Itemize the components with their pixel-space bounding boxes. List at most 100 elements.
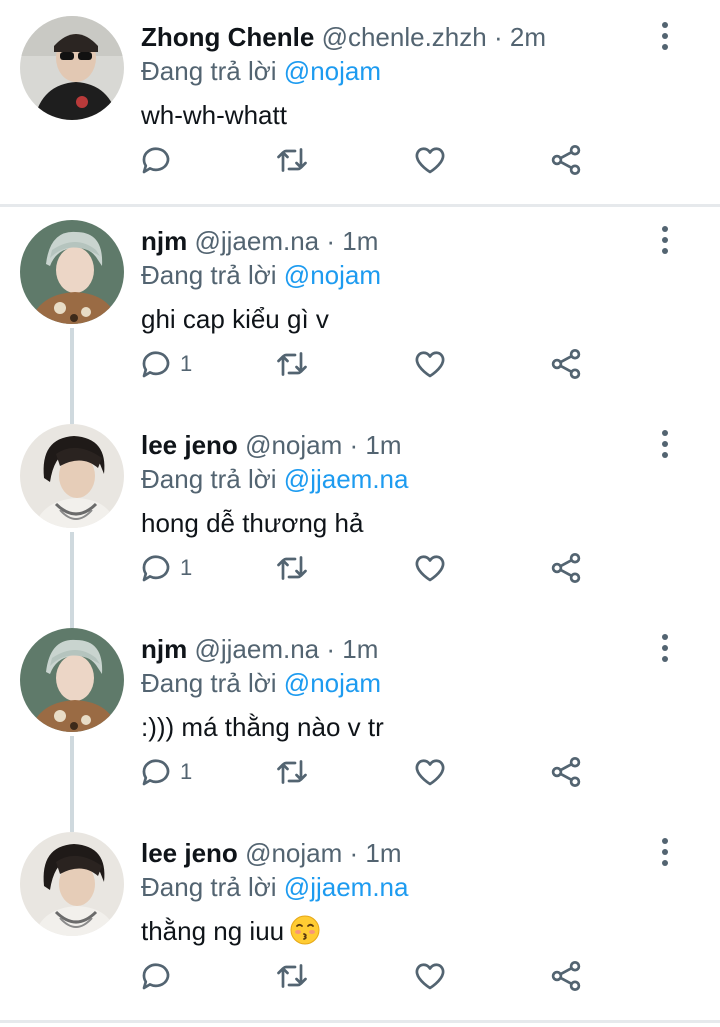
mention-link[interactable]: @nojam — [284, 260, 381, 290]
tweet-text: thằng ng iuu — [141, 913, 320, 949]
user-handle[interactable]: @nojam — [245, 838, 342, 868]
replying-to-label: Đang trả lời — [141, 260, 277, 290]
more-vertical-icon[interactable] — [655, 226, 675, 260]
replying-to: Đang trả lời @nojam — [141, 258, 381, 292]
display-name[interactable]: lee jeno — [141, 430, 238, 460]
like-button[interactable] — [412, 140, 448, 180]
retweet-button[interactable] — [274, 752, 310, 792]
timestamp[interactable]: 1m — [365, 838, 401, 868]
tweet-actions — [138, 956, 598, 996]
tweet[interactable]: lee jeno @nojam · 1m Đang trả lời @jjaem… — [0, 408, 720, 612]
retweet-icon — [277, 148, 307, 172]
like-button[interactable] — [412, 548, 448, 588]
replying-to: Đang trả lời @jjaem.na — [141, 870, 408, 904]
retweet-button[interactable] — [274, 140, 310, 180]
replying-to: Đang trả lời @jjaem.na — [141, 462, 408, 496]
share-button[interactable] — [548, 344, 584, 384]
tweet-header: lee jeno @nojam · 1m — [141, 836, 402, 870]
kissing-face-emoji — [290, 915, 320, 945]
separator: · — [349, 430, 359, 460]
separator: · — [493, 22, 503, 52]
tweet-text: :))) má thằng nào v tr — [141, 712, 384, 742]
display-name[interactable]: njm — [141, 634, 187, 664]
heart-icon — [415, 351, 445, 378]
reply-button[interactable] — [138, 956, 180, 996]
mention-link[interactable]: @nojam — [284, 668, 381, 698]
more-vertical-icon[interactable] — [655, 22, 675, 56]
reply-button[interactable]: 1 — [138, 752, 192, 792]
replying-to: Đang trả lời @nojam — [141, 54, 381, 88]
avatar[interactable] — [20, 628, 124, 732]
mention-link[interactable]: @jjaem.na — [284, 464, 409, 494]
separator: · — [326, 226, 336, 256]
more-vertical-icon[interactable] — [655, 634, 675, 668]
display-name[interactable]: njm — [141, 226, 187, 256]
avatar[interactable] — [20, 832, 124, 936]
retweet-icon — [277, 760, 307, 784]
like-button[interactable] — [412, 956, 448, 996]
retweet-icon — [277, 352, 307, 376]
like-button[interactable] — [412, 344, 448, 384]
share-button[interactable] — [548, 752, 584, 792]
user-handle[interactable]: @chenle.zhzh — [322, 22, 487, 52]
tweet-header: njm @jjaem.na · 1m — [141, 224, 378, 258]
separator: · — [349, 838, 359, 868]
tweet[interactable]: njm @jjaem.na · 1m Đang trả lời @nojam :… — [0, 612, 720, 816]
tweet-actions — [138, 140, 598, 180]
replying-to: Đang trả lời @nojam — [141, 666, 381, 700]
tweet[interactable]: Zhong Chenle @chenle.zhzh · 2m Đang trả … — [0, 0, 720, 204]
reply-button[interactable]: 1 — [138, 344, 192, 384]
timestamp[interactable]: 1m — [342, 634, 378, 664]
tweet-text: ghi cap kiểu gì v — [141, 304, 329, 334]
user-handle[interactable]: @jjaem.na — [194, 634, 319, 664]
tweet-text: wh-wh-whatt — [141, 100, 287, 130]
tweet-actions: 1 — [138, 752, 598, 792]
user-handle[interactable]: @jjaem.na — [194, 226, 319, 256]
timestamp[interactable]: 2m — [510, 22, 546, 52]
share-button[interactable] — [548, 548, 584, 588]
reply-icon — [142, 555, 170, 582]
replying-to-label: Đang trả lời — [141, 872, 277, 902]
tweet[interactable]: lee jeno @nojam · 1m Đang trả lời @jjaem… — [0, 816, 720, 1020]
avatar[interactable] — [20, 16, 124, 120]
more-vertical-icon[interactable] — [655, 838, 675, 872]
like-button[interactable] — [412, 752, 448, 792]
tweet-header: lee jeno @nojam · 1m — [141, 428, 402, 462]
heart-icon — [415, 147, 445, 174]
replying-to-label: Đang trả lời — [141, 464, 277, 494]
reply-icon — [142, 759, 170, 786]
reply-count: 1 — [180, 351, 193, 376]
retweet-button[interactable] — [274, 344, 310, 384]
tweet-text-content: thằng ng iuu — [141, 916, 285, 946]
heart-icon — [415, 555, 445, 582]
share-icon — [551, 961, 581, 991]
display-name[interactable]: lee jeno — [141, 838, 238, 868]
reply-button[interactable]: 1 — [138, 548, 192, 588]
retweet-button[interactable] — [274, 548, 310, 588]
reply-icon — [142, 351, 170, 378]
reply-icon — [142, 147, 170, 174]
mention-link[interactable]: @jjaem.na — [284, 872, 409, 902]
avatar[interactable] — [20, 424, 124, 528]
reply-icon — [142, 963, 170, 990]
retweet-icon — [277, 556, 307, 580]
replying-to-label: Đang trả lời — [141, 668, 277, 698]
user-handle[interactable]: @nojam — [245, 430, 342, 460]
reply-count: 1 — [180, 555, 193, 580]
reply-button[interactable] — [138, 140, 180, 180]
display-name[interactable]: Zhong Chenle — [141, 22, 314, 52]
tweet[interactable]: njm @jjaem.na · 1m Đang trả lời @nojam g… — [0, 204, 720, 408]
tweet-header: njm @jjaem.na · 1m — [141, 632, 378, 666]
separator: · — [326, 634, 336, 664]
share-button[interactable] — [548, 956, 584, 996]
retweet-button[interactable] — [274, 956, 310, 996]
timestamp[interactable]: 1m — [365, 430, 401, 460]
timestamp[interactable]: 1m — [342, 226, 378, 256]
share-icon — [551, 553, 581, 583]
share-button[interactable] — [548, 140, 584, 180]
avatar[interactable] — [20, 220, 124, 324]
replying-to-label: Đang trả lời — [141, 56, 277, 86]
more-vertical-icon[interactable] — [655, 430, 675, 464]
mention-link[interactable]: @nojam — [284, 56, 381, 86]
tweet-header: Zhong Chenle @chenle.zhzh · 2m — [141, 20, 546, 54]
